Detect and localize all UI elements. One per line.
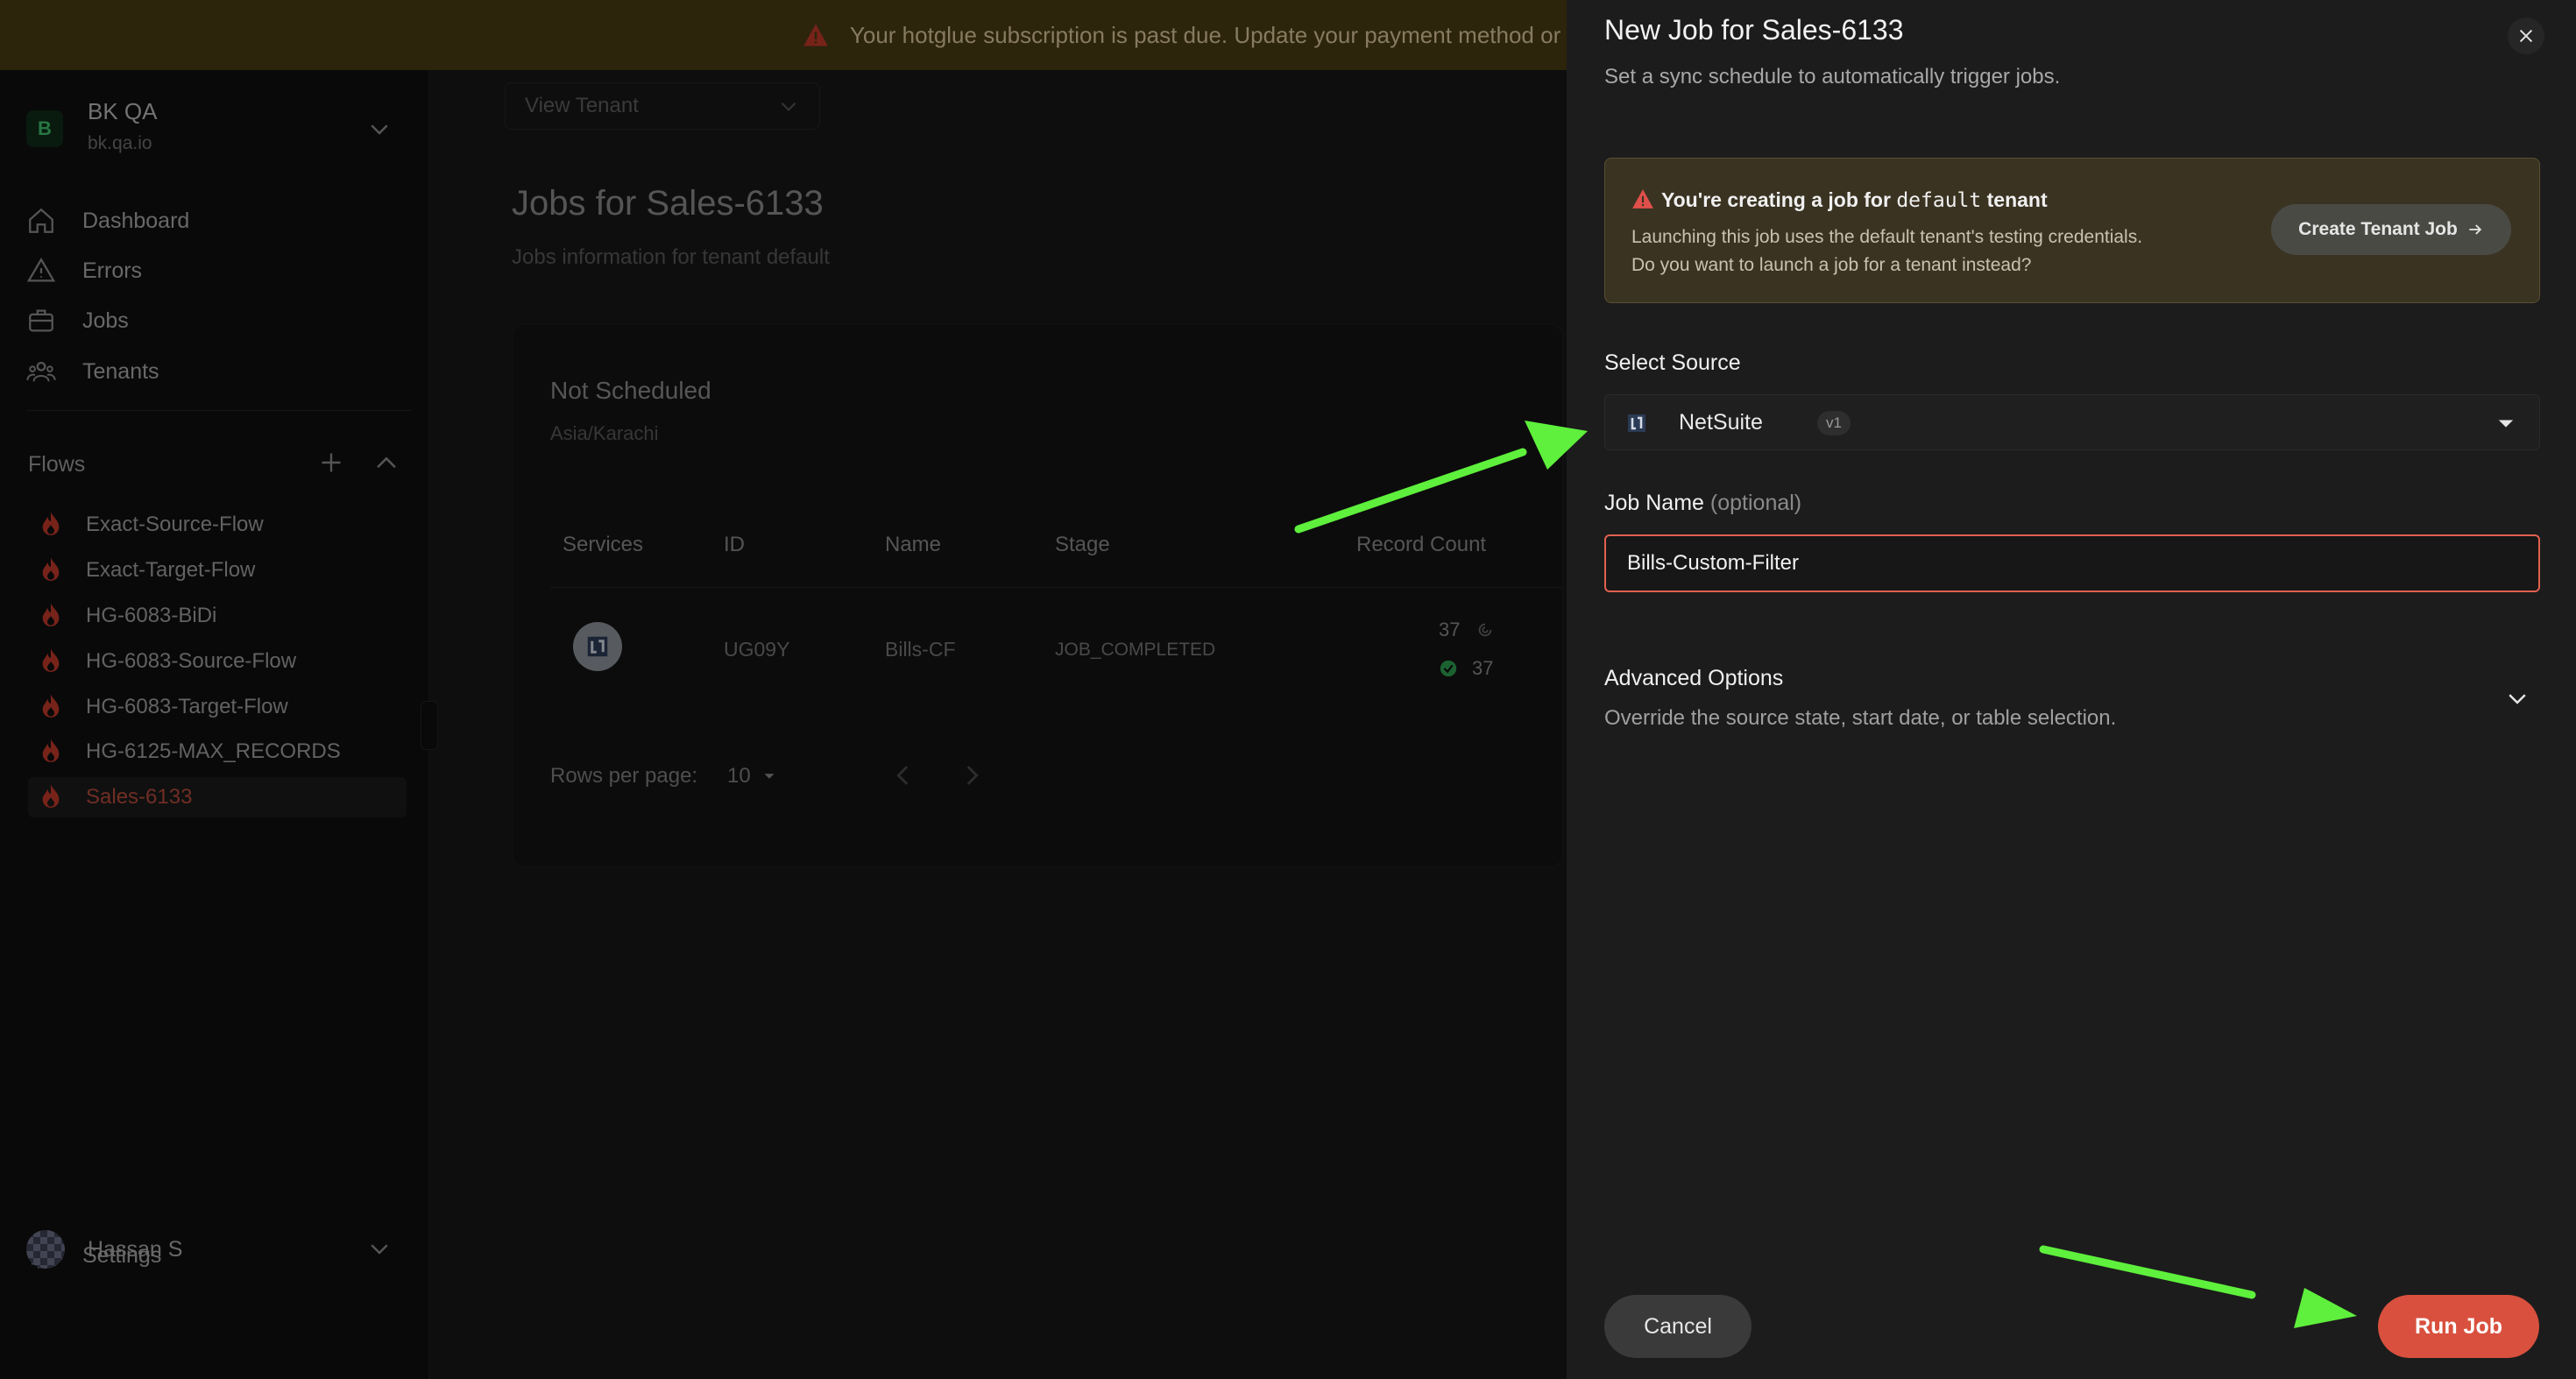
job-name-label: Job Name (optional)	[1604, 491, 1802, 515]
notice-line-1: Launching this job uses the default tena…	[1631, 227, 2143, 247]
caret-down-icon	[2498, 420, 2514, 428]
create-tenant-job-button[interactable]: Create Tenant Job	[2271, 204, 2511, 255]
cancel-button[interactable]: Cancel	[1604, 1295, 1752, 1358]
advanced-options-title[interactable]: Advanced Options	[1604, 666, 1783, 691]
chevron-down-icon[interactable]	[2504, 685, 2530, 711]
source-name: NetSuite	[1679, 410, 1763, 435]
create-tenant-job-label: Create Tenant Job	[2298, 219, 2458, 239]
arrow-right-icon	[2469, 224, 2481, 235]
run-job-button[interactable]: Run Job	[2378, 1295, 2539, 1358]
netsuite-logo-icon	[1628, 414, 1645, 432]
advanced-options-subtitle: Override the source state, start date, o…	[1604, 706, 2117, 730]
default-tenant-notice: You're creating a job for default tenant…	[1604, 158, 2540, 303]
job-name-input[interactable]	[1604, 534, 2540, 592]
notice-tenant-code: default	[1896, 189, 1982, 212]
modal-backdrop[interactable]	[0, 0, 1567, 1379]
new-job-drawer: New Job for Sales-6133 Set a sync schedu…	[1567, 0, 2576, 1379]
drawer-subtitle: Set a sync schedule to automatically tri…	[1604, 65, 2061, 88]
notice-title: You're creating a job for default tenant	[1661, 188, 2048, 212]
select-source-label: Select Source	[1604, 350, 1741, 375]
warning-icon	[1632, 189, 1653, 209]
close-icon	[2519, 29, 2533, 43]
optional-hint: (optional)	[1709, 491, 1802, 515]
version-badge: v1	[1817, 411, 1851, 435]
drawer-title: New Job for Sales-6133	[1604, 14, 1904, 46]
close-button[interactable]	[2508, 18, 2544, 54]
source-select[interactable]: NetSuite v1	[1604, 394, 2540, 450]
notice-line-2: Do you want to launch a job for a tenant…	[1631, 255, 2032, 275]
